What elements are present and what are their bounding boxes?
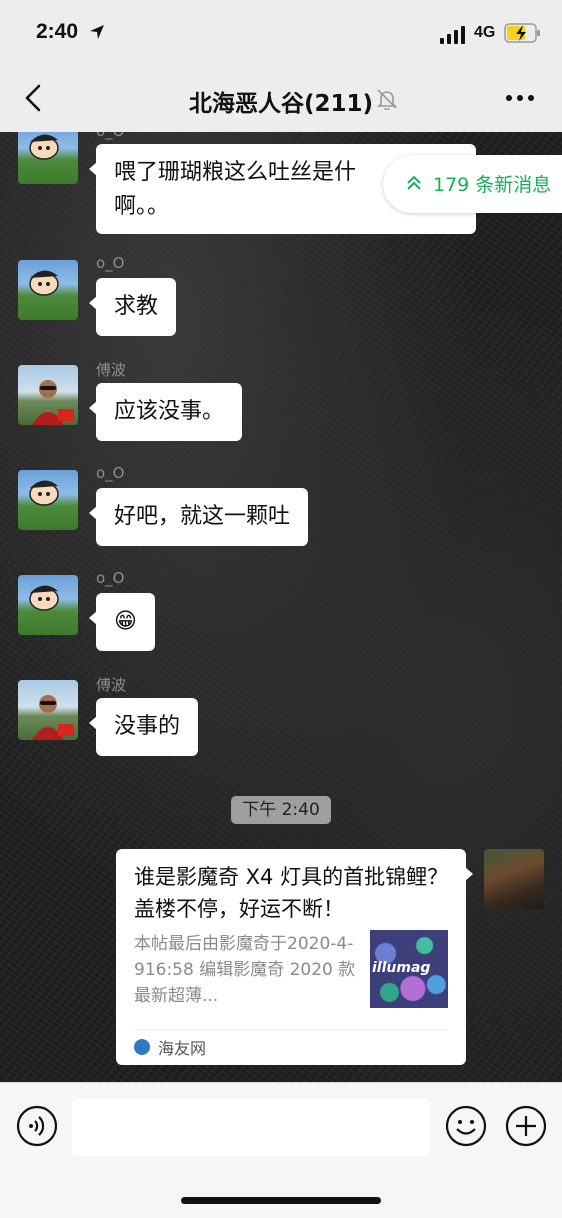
emoji-icon[interactable] bbox=[445, 1105, 487, 1147]
sender-name: o_O bbox=[96, 464, 125, 482]
input-bar bbox=[0, 1082, 562, 1218]
message-input[interactable] bbox=[72, 1098, 430, 1156]
signal-icon bbox=[440, 26, 465, 44]
cartoon-avatar-icon bbox=[29, 480, 59, 506]
voice-input-icon[interactable] bbox=[16, 1105, 58, 1147]
message-bubble[interactable]: 求教 bbox=[88, 278, 177, 336]
status-time: 2:40 bbox=[36, 20, 79, 43]
my-avatar[interactable] bbox=[484, 849, 544, 909]
mute-bell-icon bbox=[377, 89, 397, 110]
sender-name: 傅波 bbox=[96, 361, 127, 379]
location-arrow-icon bbox=[90, 25, 104, 39]
avatar[interactable] bbox=[18, 132, 78, 184]
chat-message-area[interactable]: o_O 喂了珊瑚粮这么吐丝是什 啊。。 179 条新消息 o_O 求教 傅波 bbox=[0, 132, 562, 1082]
double-chevron-up-icon bbox=[407, 175, 421, 190]
message-bubble[interactable]: 好吧，就这一颗吐 bbox=[88, 488, 309, 546]
avatar[interactable] bbox=[18, 260, 78, 320]
avatar[interactable] bbox=[18, 575, 78, 635]
cartoon-avatar-icon bbox=[29, 585, 59, 611]
avatar[interactable] bbox=[18, 365, 78, 425]
card-description: 本帖最后由影魔奇于2020-4-916:58 编辑影魔奇 2020 款最新超薄.… bbox=[134, 934, 356, 1006]
chat-header: 北海恶人谷(211) bbox=[0, 64, 562, 132]
avatar[interactable] bbox=[18, 470, 78, 530]
status-bar: 2:40 4G bbox=[0, 0, 562, 64]
cartoon-avatar-icon bbox=[29, 134, 59, 160]
message-bubble[interactable]: 没事的 bbox=[88, 698, 199, 756]
person-avatar-icon bbox=[32, 695, 74, 740]
card-source: 海友网 bbox=[158, 1039, 207, 1058]
chat-title: 北海恶人谷(211) bbox=[188, 91, 374, 117]
new-messages-label: 179 条新消息 bbox=[433, 174, 552, 196]
shared-link-card[interactable]: 谁是影魔奇 X4 灯具的首批锦鲤？盖楼不停，好运不断！ 本帖最后由影魔奇于202… bbox=[116, 849, 473, 1065]
new-messages-banner[interactable]: 179 条新消息 bbox=[383, 155, 562, 213]
message-bubble-emoji[interactable]: 😁 bbox=[89, 593, 155, 651]
more-options-icon[interactable] bbox=[505, 94, 535, 102]
plus-icon[interactable] bbox=[505, 1105, 547, 1147]
cartoon-avatar-icon bbox=[29, 270, 59, 296]
network-label: 4G bbox=[474, 24, 496, 41]
divider bbox=[134, 1029, 448, 1030]
person-avatar-icon bbox=[32, 380, 74, 425]
timestamp: 下午 2:40 bbox=[231, 796, 331, 824]
home-indicator bbox=[181, 1197, 381, 1204]
thumbnail-brand-text: illumag bbox=[372, 960, 431, 976]
sender-name: o_O bbox=[96, 132, 124, 140]
message-bubble[interactable]: 应该没事。 bbox=[88, 383, 243, 441]
avatar[interactable] bbox=[18, 680, 78, 740]
sender-name: 傅波 bbox=[96, 676, 127, 694]
card-thumbnail: illumag bbox=[370, 930, 448, 1008]
card-title: 谁是影魔奇 X4 灯具的首批锦鲤？盖楼不停，好运不断！ bbox=[134, 865, 449, 921]
source-logo-icon bbox=[134, 1039, 150, 1055]
sender-name: o_O bbox=[96, 569, 125, 587]
battery-icon bbox=[504, 23, 540, 43]
sender-name: o_O bbox=[96, 254, 125, 272]
